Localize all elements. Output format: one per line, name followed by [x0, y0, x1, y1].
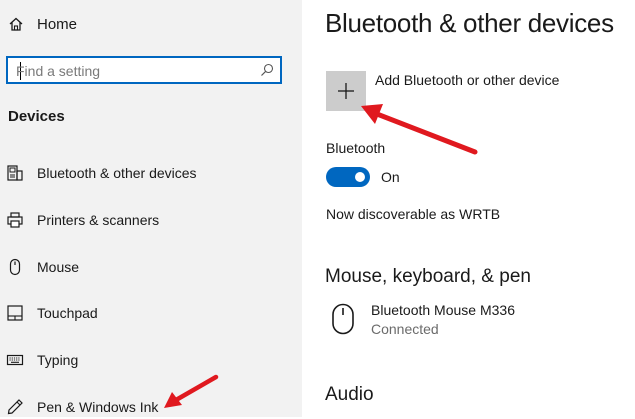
sidebar-item-touchpad[interactable]: Touchpad	[6, 301, 296, 325]
search-input[interactable]	[14, 60, 258, 82]
section-title-mouse-keyboard-pen: Mouse, keyboard, & pen	[325, 266, 531, 287]
sidebar-item-label: Bluetooth & other devices	[37, 165, 197, 181]
discoverable-status: Now discoverable as WRTB	[326, 206, 500, 222]
section-title-audio: Audio	[325, 384, 374, 405]
device-item-name: Bluetooth Mouse M336	[371, 302, 515, 318]
toggle-knob	[355, 172, 365, 182]
pen-icon	[7, 399, 23, 415]
device-item-status: Connected	[371, 321, 439, 337]
sidebar-item-label: Pen & Windows Ink	[37, 399, 159, 415]
sidebar-item-bluetooth[interactable]: Bluetooth & other devices	[6, 161, 296, 185]
sidebar-item-label: Mouse	[37, 259, 80, 275]
add-device-label[interactable]: Add Bluetooth or other device	[375, 72, 559, 88]
sidebar-item-mouse[interactable]: Mouse	[6, 255, 296, 279]
bluetooth-state: On	[381, 169, 400, 185]
sidebar-item-label: Printers & scanners	[37, 212, 160, 228]
touchpad-icon	[7, 305, 23, 321]
discoverable-text: Now discoverable as	[326, 206, 456, 222]
home-label: Home	[37, 15, 78, 33]
mouse-icon	[332, 303, 354, 335]
page-title: Bluetooth & other devices	[325, 8, 614, 38]
section-title-devices: Devices	[8, 108, 65, 125]
plus-icon	[338, 83, 354, 99]
sidebar-item-pen[interactable]: Pen & Windows Ink	[6, 395, 296, 419]
home-link[interactable]: Home	[8, 12, 77, 36]
device-item[interactable]: Bluetooth Mouse M336 Connected	[330, 300, 610, 340]
device-name: WRTB	[459, 206, 501, 222]
search-box[interactable]	[6, 56, 282, 84]
mouse-icon	[9, 258, 21, 276]
add-device-button[interactable]	[326, 71, 366, 111]
bluetooth-label: Bluetooth	[326, 140, 386, 156]
sidebar-item-label: Touchpad	[37, 305, 98, 321]
sidebar: Home Devices Bluetooth & other devices P…	[0, 0, 302, 417]
search-icon[interactable]	[260, 63, 274, 77]
keyboard-icon	[6, 354, 24, 366]
sidebar-item-printers[interactable]: Printers & scanners	[6, 208, 296, 232]
printer-icon	[7, 212, 23, 228]
sidebar-item-label: Typing	[37, 352, 79, 368]
sidebar-item-typing[interactable]: Typing	[6, 348, 296, 372]
bluetooth-devices-icon	[7, 165, 23, 181]
main-content: Bluetooth & other devices Add Bluetooth …	[302, 0, 635, 417]
bluetooth-toggle[interactable]	[326, 167, 370, 187]
home-icon	[9, 17, 23, 31]
